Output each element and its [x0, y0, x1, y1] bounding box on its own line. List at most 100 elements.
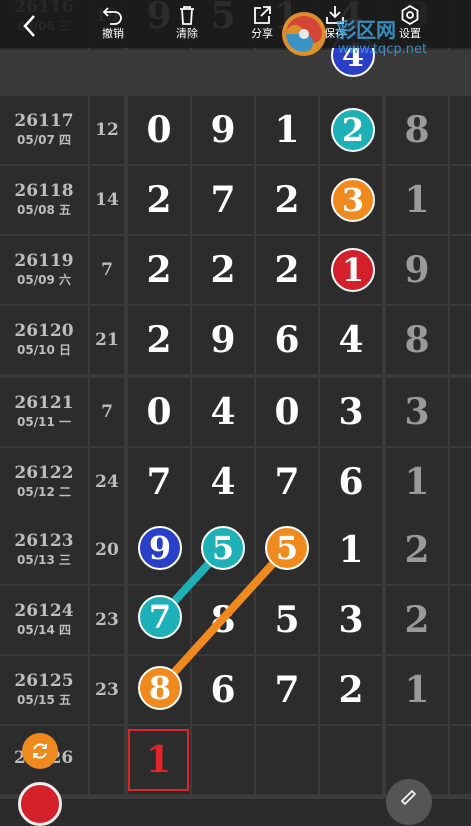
red-floating-button[interactable] [18, 782, 62, 826]
digit-cell[interactable]: 4 [192, 448, 254, 516]
ball-orange[interactable]: 5 [265, 526, 309, 570]
digit-cell[interactable]: 7 [256, 448, 318, 516]
table-row: 2611905/09 六722219 [0, 236, 471, 304]
undo-button[interactable]: 撤销 [96, 0, 130, 48]
digit-cell[interactable]: 2 [128, 166, 190, 234]
edge-cell [450, 306, 471, 374]
digit-cell[interactable]: 6 [192, 656, 254, 724]
empty-cell [90, 726, 124, 794]
last-digit-cell: 3 [386, 378, 448, 446]
edge-cell [450, 586, 471, 654]
last-digit-cell: 2 [386, 516, 448, 584]
last-digit-cell: 9 [386, 236, 448, 304]
issue-cell: 26122 05/12 二 [0, 448, 88, 516]
digit-cell[interactable]: 2 [320, 656, 382, 724]
sum-cell: 23 [90, 656, 124, 724]
issue-date: 05/15 五 [17, 693, 71, 707]
table-row: 26125 05/15 五 23 86721 [0, 656, 471, 724]
digit-cell[interactable]: 1 [256, 96, 318, 164]
digit-cell[interactable]: 2 [256, 166, 318, 234]
digit-cell[interactable]: 2 [256, 236, 318, 304]
edge-cell [450, 96, 471, 164]
ball-teal[interactable]: 7 [138, 595, 182, 639]
issue-date: 05/13 三 [17, 553, 71, 567]
edge-cell [450, 448, 471, 516]
ball-blue[interactable]: 9 [138, 526, 182, 570]
issue-cell: 26121 05/11 一 [0, 378, 88, 446]
issue-number: 26119 [14, 251, 74, 271]
input-cell[interactable]: 1 [128, 729, 189, 791]
digit-cell[interactable]: 5 [256, 586, 318, 654]
digit-cell[interactable]: 0 [256, 378, 318, 446]
watermark-logo-icon [282, 12, 326, 56]
digit-cell[interactable]: 3 [320, 586, 382, 654]
digit-cell[interactable]: 9 [192, 96, 254, 164]
edge-cell [450, 378, 471, 446]
refresh-button[interactable] [22, 733, 58, 769]
digit-cell[interactable]: 9 [192, 306, 254, 374]
digit-cell[interactable]: 3 [320, 378, 382, 446]
digit-cell[interactable]: 1 [320, 516, 382, 584]
digit-cell[interactable]: 2 [192, 236, 254, 304]
share-icon [254, 6, 271, 24]
ball-teal[interactable]: 5 [201, 526, 245, 570]
clear-button[interactable]: 清除 [170, 0, 204, 48]
edge-cell [450, 236, 471, 304]
ball-red[interactable]: 1 [331, 248, 375, 292]
back-button[interactable] [12, 0, 48, 48]
last-digit-cell: 1 [386, 166, 448, 234]
watermark-url: www.tqcp.net [338, 42, 428, 57]
issue-number: 26117 [14, 111, 74, 131]
issue-cell: 26125 05/15 五 [0, 656, 88, 724]
digit-cell[interactable]: 4 [320, 306, 382, 374]
edge-cell [450, 516, 471, 584]
digit-cell[interactable]: 7 [256, 656, 318, 724]
empty-cell [192, 726, 254, 794]
digit-cell[interactable]: 7 [192, 166, 254, 234]
issue-cell: 26124 05/14 四 [0, 586, 88, 654]
chevron-left-icon [23, 15, 35, 37]
empty-cell [450, 726, 471, 794]
table-row: 26120 05/10 日 21 2 9 6 4 8 [0, 306, 471, 374]
table-row: 26122 05/12 二 24 7 4 7 6 1 [0, 448, 471, 516]
share-label: 分享 [251, 27, 273, 40]
ball-orange[interactable]: 8 [138, 666, 182, 710]
sum-cell: 23 [90, 586, 124, 654]
sum-cell: 20 [90, 516, 124, 584]
ball-teal[interactable]: 2 [331, 108, 375, 152]
digit-cell[interactable]: 6 [320, 448, 382, 516]
clear-label: 清除 [176, 27, 198, 40]
issue-date: 05/07 四 [17, 133, 71, 147]
ball-orange[interactable]: 3 [331, 178, 375, 222]
digit-cell[interactable]: 7 [128, 448, 190, 516]
digit-cell[interactable]: 6 [256, 306, 318, 374]
digit-cell[interactable]: 0 [128, 96, 190, 164]
digit-cell[interactable]: 8 [192, 586, 254, 654]
digit-cell[interactable]: 2 [128, 306, 190, 374]
issue-cell: 26120 05/10 日 [0, 306, 88, 374]
table-row: 2611705/07 四1209128 [0, 96, 471, 164]
issue-number: 26125 [14, 671, 74, 691]
issue-date: 05/12 二 [17, 485, 71, 499]
watermark: 彩区网 www.tqcp.net [278, 12, 468, 62]
sum-cell: 21 [90, 306, 124, 374]
issue-cell: 26117 05/07 四 [0, 96, 88, 164]
sum-cell: 7 [90, 378, 124, 446]
issue-date: 05/08 五 [17, 203, 71, 217]
empty-cell [320, 726, 382, 794]
pen-floating-button[interactable] [386, 779, 432, 825]
table-row: 2611805/08 五1427231 [0, 166, 471, 234]
digit-cell[interactable]: 4 [192, 378, 254, 446]
sum-cell: 12 [90, 96, 124, 164]
issue-number: 26118 [14, 181, 74, 201]
share-button[interactable]: 分享 [245, 0, 279, 48]
issue-number: 26120 [14, 321, 74, 341]
digit-cell[interactable]: 0 [128, 378, 190, 446]
empty-cell [256, 726, 318, 794]
issue-cell: 26119 05/09 六 [0, 236, 88, 304]
digit-cell[interactable]: 2 [128, 236, 190, 304]
sum-cell: 7 [90, 236, 124, 304]
issue-date: 05/10 日 [17, 343, 71, 357]
edge-cell [450, 656, 471, 724]
issue-number: 26121 [14, 393, 74, 413]
